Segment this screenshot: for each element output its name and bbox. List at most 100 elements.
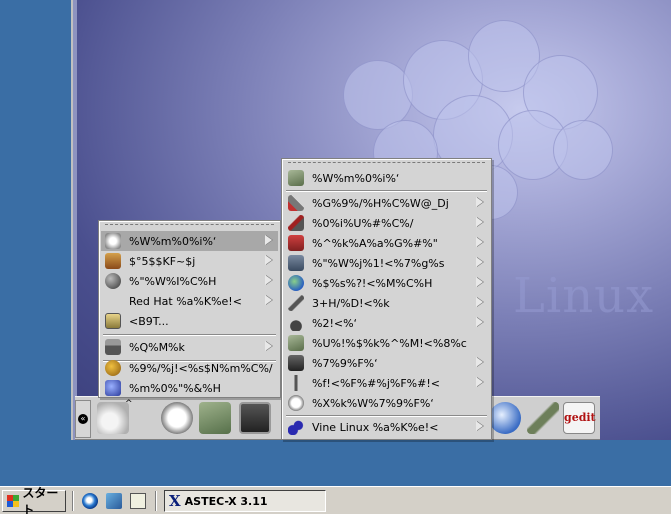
menu-item-lock-screen[interactable]: %9%/%j!<%s$N%m%C%/ (101, 358, 278, 378)
box-icon (288, 170, 304, 186)
menu-item-label: %"%W%I%C%H (129, 274, 217, 288)
menu-item-label: %0%i%U%#%C%/ (312, 216, 414, 230)
menu-item-panel[interactable]: %Q%M%k (101, 337, 278, 357)
gedit-icon[interactable]: gedit (563, 402, 596, 434)
globe-icon[interactable] (489, 402, 521, 434)
menu-item-label: %7%9%F%‘ (312, 356, 378, 370)
menu-item-label: Red Hat %a%K%e!< (129, 294, 242, 308)
menu-item-label: %f!<%F%#%j%F%#!< (312, 376, 440, 390)
paint-icon (288, 215, 304, 231)
menu-separator (286, 190, 487, 192)
submenu-arrow-icon (476, 277, 483, 287)
menu-item-label: %G%9%/%H%C%W@_Dj (312, 196, 449, 210)
bag-icon (105, 253, 121, 269)
apps-icon (288, 255, 304, 271)
toolbox-icon[interactable] (199, 402, 231, 434)
menu-item-programs[interactable]: %W%m%0%i%‘ (101, 231, 278, 251)
submenu-item-system[interactable]: %7%9%F%‘ (284, 353, 489, 373)
submenu-item-file-manager[interactable]: %U%!%$%k%^%M!<%8%c (284, 333, 489, 353)
ie-icon[interactable] (82, 493, 98, 509)
menu-item-label: Vine Linux %a%K%e!< (312, 420, 439, 434)
utilities-icon (288, 375, 304, 391)
menu-item-label: %Q%M%k (129, 340, 185, 354)
submenu-arrow-icon (476, 197, 483, 207)
menu-item-label: %U%!%$%k%^%M!<%8%c (312, 336, 467, 350)
menu-item-label: %m%0%"%&%H (129, 381, 221, 395)
games-icon (288, 315, 304, 331)
run-icon (105, 313, 121, 329)
outlook-icon[interactable] (106, 493, 122, 509)
menu-item-label: <B9T... (129, 314, 169, 328)
menu-item-label: %X%k%W%7%9%F%‘ (312, 396, 434, 410)
foot-icon (105, 233, 121, 249)
task-label: ASTEC-X 3.11 (184, 494, 268, 508)
pen-icon[interactable] (527, 402, 559, 434)
logout-icon (105, 380, 121, 396)
submenu-arrow-icon (265, 255, 272, 265)
menu-item-label: %$%s%?!<%M%C%H (312, 276, 433, 290)
help-icon[interactable] (161, 402, 193, 434)
menu-item-logout[interactable]: %m%0%"%&%H (101, 378, 278, 398)
menu-tearoff[interactable] (105, 224, 274, 226)
linux-watermark: Linux (513, 268, 655, 324)
submenu-item-vine-linux[interactable]: Vine Linux %a%K%e!< (284, 417, 489, 437)
submenu-item-internet[interactable]: %$%s%?!<%M%C%H (284, 273, 489, 293)
menu-item-label: %^%k%A%a%G%#%" (312, 236, 438, 250)
submenu-arrow-icon (476, 257, 483, 267)
programs-submenu: %W%m%0%i%‘ %G%9%/%H%C%W@_Dj %0%i%U%#%C%/… (281, 158, 492, 440)
menu-item-label: 3+H/%D!<%k (312, 296, 390, 310)
system-icon (288, 355, 304, 371)
window-edge (73, 0, 77, 440)
menu-tearoff[interactable] (288, 162, 485, 164)
submenu-item-help-system[interactable]: %X%k%W%7%9%F%‘ (284, 393, 489, 413)
taskbar-divider (72, 491, 74, 511)
vine-icon (288, 419, 304, 435)
menu-item-redhat-menu[interactable]: Red Hat %a%K%e!< (101, 291, 278, 311)
taskbar-divider (155, 491, 157, 511)
main-menu-caret: ^ (125, 399, 133, 409)
submenu-arrow-icon (265, 235, 272, 245)
submenu-arrow-icon (476, 217, 483, 227)
filemanager-icon (288, 335, 304, 351)
submenu-item-desktop-settings[interactable]: %G%9%/%H%C%W@_Dj (284, 193, 489, 213)
tools-icon (288, 195, 304, 211)
menu-item-run[interactable]: <B9T... (101, 311, 278, 331)
start-button[interactable]: スタート (2, 486, 66, 514)
devtools-icon (288, 295, 304, 311)
menu-item-label: %2!<%‘ (312, 316, 358, 330)
submenu-item-games[interactable]: %2!<%‘ (284, 313, 489, 333)
lock-icon (105, 360, 121, 376)
submenu-item-development[interactable]: 3+H/%D!<%k (284, 293, 489, 313)
submenu-item-applications[interactable]: %"%W%j%1!<%7%g%s (284, 253, 489, 273)
submenu-item-programs[interactable]: %W%m%0%i%‘ (284, 168, 489, 188)
blank-icon (105, 293, 121, 309)
help-system-icon (288, 395, 304, 411)
submenu-arrow-icon (476, 297, 483, 307)
panel-hide-button[interactable]: « (75, 400, 91, 438)
start-label: スタート (22, 486, 59, 514)
menu-item-applets[interactable]: %"%W%I%C%H (101, 271, 278, 291)
host-desktop (0, 0, 73, 440)
menu-separator (103, 334, 276, 336)
task-button-astec-x[interactable]: X ASTEC-X 3.11 (164, 490, 326, 512)
submenu-arrow-icon (265, 341, 272, 351)
arrow-left-icon: « (78, 414, 88, 424)
submenu-item-utilities[interactable]: %f!<%F%#%j%F%#!< (284, 373, 489, 393)
desktop-icon[interactable] (130, 493, 146, 509)
submenu-item-graphics[interactable]: %0%i%U%#%C%/ (284, 213, 489, 233)
menu-item-favorites[interactable]: $°5$$KF~$j (101, 251, 278, 271)
gedit-label: gedit (564, 411, 596, 424)
internet-icon (288, 275, 304, 291)
menu-item-label: %9%/%j!<%s$N%m%C%/ (129, 361, 273, 375)
submenu-arrow-icon (476, 237, 483, 247)
submenu-item-multimedia[interactable]: %^%k%A%a%G%#%" (284, 233, 489, 253)
submenu-arrow-icon (476, 357, 483, 367)
windows-logo-icon (7, 495, 20, 507)
submenu-arrow-icon (265, 275, 272, 285)
panel-icon (105, 339, 121, 355)
x-icon: X (169, 492, 181, 510)
submenu-arrow-icon (476, 377, 483, 387)
terminal-icon[interactable] (239, 402, 271, 434)
media-icon (288, 235, 304, 251)
menu-item-label: %W%m%0%i%‘ (312, 171, 400, 185)
